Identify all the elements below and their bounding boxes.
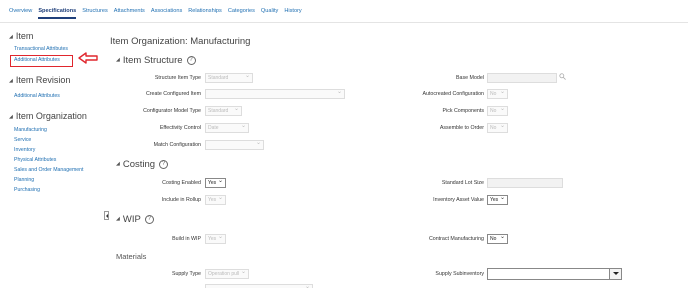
search-icon[interactable] [559, 73, 566, 80]
label-match-configuration: Match Configuration [153, 142, 201, 148]
label-configurator-model-type: Configurator Model Type [143, 108, 201, 114]
help-icon[interactable]: ? [144, 214, 154, 224]
sidebar-link-service[interactable]: Service [14, 137, 31, 143]
collapse-triangle-icon[interactable]: ◢ [116, 57, 120, 63]
label-base-model: Base Model [456, 75, 484, 81]
sidebar-link-sales-and-order-management[interactable]: Sales and Order Management [14, 167, 84, 173]
collapse-triangle-icon[interactable]: ◢ [116, 161, 120, 167]
label-costing-enabled: Costing Enabled [162, 180, 201, 186]
red-arrow-icon [78, 52, 98, 64]
label-assemble-to-order: Assemble to Order [439, 125, 484, 131]
sidebar-section-title: Item [15, 31, 34, 41]
sidebar-section-item[interactable]: ◢ Item [9, 31, 33, 41]
tab-quality[interactable]: Quality [261, 8, 278, 19]
effectivity-control-select[interactable]: Date [205, 123, 249, 133]
autocreated-configuration-select[interactable]: No [487, 89, 508, 99]
sidebar-link-physical-attributes[interactable]: Physical Attributes [14, 157, 56, 163]
standard-lot-size-input[interactable] [487, 178, 563, 188]
tab-attachments[interactable]: Attachments [114, 8, 145, 19]
create-configured-item-select[interactable] [205, 89, 345, 99]
sidebar-link-inventory[interactable]: Inventory [14, 147, 35, 153]
collapse-triangle-icon[interactable]: ◢ [9, 34, 13, 40]
label-supply-subinventory: Supply Subinventory [435, 271, 484, 277]
label-structure-item-type: Structure Item Type [154, 75, 201, 81]
section-materials: Materials [116, 252, 147, 261]
highlight-box [10, 55, 73, 67]
label-contract-manufacturing: Contract Manufacturing [428, 236, 484, 242]
section-costing[interactable]: ◢ Costing? [116, 159, 169, 170]
sidebar-link-transactional-attributes[interactable]: Transactional Attributes [14, 46, 68, 52]
label-include-in-rollup: Include in Rollup [161, 197, 201, 203]
tab-history[interactable]: History [284, 8, 301, 19]
page-title: Item Organization: Manufacturing [110, 36, 251, 47]
sidebar-section-title: Item Organization [15, 111, 87, 121]
structure-item-type-select[interactable]: Standard [205, 73, 253, 83]
help-icon[interactable]: ? [186, 55, 196, 65]
section-title: WIP [122, 214, 141, 225]
label-effectivity-control: Effectivity Control [159, 125, 201, 131]
match-configuration-select[interactable] [205, 140, 264, 150]
section-title: Costing [122, 159, 156, 170]
costing-enabled-select[interactable]: Yes [205, 178, 226, 188]
tab-structures[interactable]: Structures [82, 8, 108, 19]
supply-locator-select[interactable] [205, 284, 313, 288]
assemble-to-order-select[interactable]: No [487, 123, 508, 133]
section-wip[interactable]: ◢ WIP? [116, 214, 154, 225]
label-inventory-asset-value: Inventory Asset Value [433, 197, 484, 203]
label-standard-lot-size: Standard Lot Size [441, 180, 484, 186]
collapse-sidebar-button[interactable] [104, 211, 109, 220]
label-pick-components: Pick Components [442, 108, 484, 114]
help-icon[interactable]: ? [159, 159, 169, 169]
supply-subinventory-combobox[interactable] [487, 268, 622, 280]
sidebar-link-manufacturing[interactable]: Manufacturing [14, 127, 47, 133]
collapse-triangle-icon[interactable]: ◢ [116, 216, 120, 222]
sidebar-section-item-organization[interactable]: ◢ Item Organization [9, 111, 87, 121]
label-autocreated-configuration: Autocreated Configuration [422, 91, 484, 97]
collapse-triangle-icon[interactable]: ◢ [9, 78, 13, 84]
tab-categories[interactable]: Categories [228, 8, 255, 19]
tab-overview[interactable]: Overview [9, 8, 32, 19]
collapse-triangle-icon[interactable]: ◢ [9, 114, 13, 120]
tab-relationships[interactable]: Relationships [188, 8, 222, 19]
sidebar-link-planning[interactable]: Planning [14, 177, 34, 183]
configurator-model-type-select[interactable]: Standard [205, 106, 242, 116]
label-supply-type: Supply Type [171, 271, 201, 277]
tab-specifications[interactable]: Specifications [38, 8, 77, 19]
label-create-configured-item: Create Configured Item [145, 91, 201, 97]
tab-associations[interactable]: Associations [151, 8, 182, 19]
label-build-in-wip: Build in WIP [172, 236, 201, 242]
base-model-input[interactable] [487, 73, 557, 83]
inventory-asset-value-select[interactable]: Yes [487, 195, 508, 205]
sidebar-section-item-revision[interactable]: ◢ Item Revision [9, 75, 70, 85]
sidebar-link-revision-additional-attributes[interactable]: Additional Attributes [14, 93, 60, 99]
dropdown-arrow-icon[interactable] [609, 269, 621, 279]
include-in-rollup-select[interactable]: Yes [205, 195, 226, 205]
section-title: Item Structure [122, 55, 183, 66]
build-in-wip-select[interactable]: Yes [205, 234, 226, 244]
tab-bar: Overview Specifications Structures Attac… [9, 8, 308, 19]
supply-type-select[interactable]: Operation pull [205, 269, 249, 279]
pick-components-select[interactable]: No [487, 106, 508, 116]
tab-divider [0, 22, 688, 23]
sidebar-section-title: Item Revision [15, 75, 71, 85]
sidebar-link-purchasing[interactable]: Purchasing [14, 187, 40, 193]
section-item-structure[interactable]: ◢ Item Structure? [116, 55, 196, 66]
contract-manufacturing-select[interactable]: No [487, 234, 508, 244]
